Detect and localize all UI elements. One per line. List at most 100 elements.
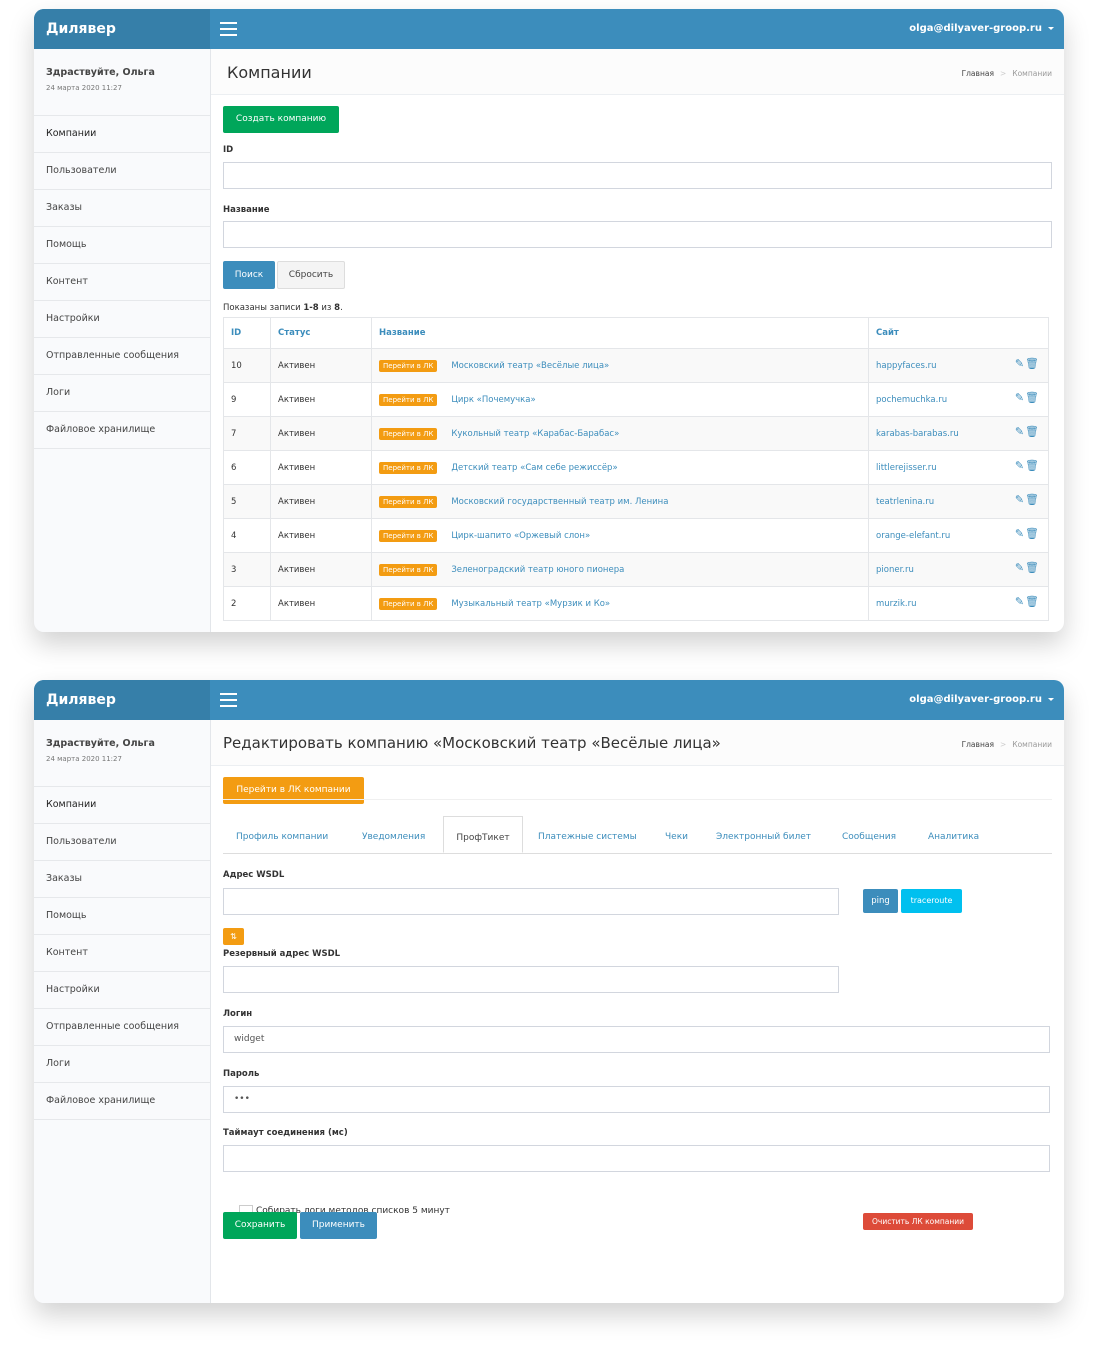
delete-trash-icon[interactable]: 🗑 <box>1025 527 1040 540</box>
menu-toggle-icon[interactable] <box>220 693 237 707</box>
save-button[interactable]: Сохранить <box>223 1212 297 1239</box>
company-name-link[interactable]: Детский театр «Сам себе режиссёр» <box>451 463 617 473</box>
edit-pencil-icon[interactable]: ✎ <box>1015 459 1025 472</box>
sidebar-item-help[interactable]: Помощь <box>34 898 210 935</box>
column-header-name[interactable]: Название <box>371 317 869 349</box>
login-input[interactable]: widget <box>223 1026 1050 1053</box>
tab-payment-systems[interactable]: Платежные системы <box>538 816 637 853</box>
edit-pencil-icon[interactable]: ✎ <box>1015 493 1025 506</box>
row-id[interactable]: 6 <box>223 450 271 485</box>
site-link[interactable]: orange-elefant.ru <box>876 531 950 541</box>
filter-id-input[interactable] <box>223 162 1052 189</box>
row-id[interactable]: 5 <box>223 484 271 519</box>
site-link[interactable]: murzik.ru <box>876 599 917 609</box>
site-link[interactable]: happyfaces.ru <box>876 361 937 371</box>
row-id[interactable]: 10 <box>223 348 271 383</box>
company-name-link[interactable]: Кукольный театр «Карабас-Барабас» <box>451 429 619 439</box>
delete-trash-icon[interactable]: 🗑 <box>1025 459 1040 472</box>
sidebar-item-orders[interactable]: Заказы <box>34 861 210 898</box>
delete-trash-icon[interactable]: 🗑 <box>1025 425 1040 438</box>
breadcrumb-home[interactable]: Главная <box>962 740 994 749</box>
column-header-id[interactable]: ID <box>223 317 271 349</box>
edit-pencil-icon[interactable]: ✎ <box>1015 595 1025 608</box>
sidebar-item-orders[interactable]: Заказы <box>34 190 210 227</box>
edit-pencil-icon[interactable]: ✎ <box>1015 357 1025 370</box>
row-id[interactable]: 7 <box>223 416 271 451</box>
edit-pencil-icon[interactable]: ✎ <box>1015 391 1025 404</box>
column-header-site[interactable]: Сайт <box>868 317 1049 349</box>
delete-trash-icon[interactable]: 🗑 <box>1025 595 1040 608</box>
delete-trash-icon[interactable]: 🗑 <box>1025 561 1040 574</box>
traceroute-button[interactable]: traceroute <box>901 889 962 913</box>
row-id[interactable]: 4 <box>223 518 271 553</box>
tab-notifications[interactable]: Уведомления <box>362 816 425 853</box>
edit-pencil-icon[interactable]: ✎ <box>1015 527 1025 540</box>
row-id[interactable]: 9 <box>223 382 271 417</box>
column-header-status[interactable]: Статус <box>270 317 372 349</box>
sidebar-item-users[interactable]: Пользователи <box>34 153 210 190</box>
edit-pencil-icon[interactable]: ✎ <box>1015 425 1025 438</box>
sidebar-item-settings[interactable]: Настройки <box>34 301 210 338</box>
wsdl-input[interactable] <box>223 888 839 915</box>
sidebar-item-companies[interactable]: Компании <box>34 787 210 824</box>
tab-e-ticket[interactable]: Электронный билет <box>716 816 811 853</box>
create-company-button[interactable]: Создать компанию <box>223 106 339 133</box>
delete-trash-icon[interactable]: 🗑 <box>1025 391 1040 404</box>
delete-trash-icon[interactable]: 🗑 <box>1025 493 1040 506</box>
password-input[interactable]: ••• <box>223 1086 1050 1113</box>
filter-name-input[interactable] <box>223 221 1052 248</box>
row-id[interactable]: 2 <box>223 586 271 621</box>
sidebar-item-settings[interactable]: Настройки <box>34 972 210 1009</box>
apply-button[interactable]: Применить <box>300 1212 377 1239</box>
menu-toggle-icon[interactable] <box>220 22 237 36</box>
company-name-link[interactable]: Московский государственный театр им. Лен… <box>451 497 668 507</box>
tab-receipts[interactable]: Чеки <box>665 816 688 853</box>
tab-analytics[interactable]: Аналитика <box>928 816 979 853</box>
brand-logo[interactable]: Дилявер <box>34 680 210 720</box>
company-name-link[interactable]: Музыкальный театр «Мурзик и Ко» <box>451 599 610 609</box>
tab-messages[interactable]: Сообщения <box>842 816 896 853</box>
sidebar-item-content[interactable]: Контент <box>34 264 210 301</box>
tab-profticket[interactable]: ПрофТикет <box>443 816 523 853</box>
goto-lk-button[interactable]: Перейти в ЛК <box>379 461 438 474</box>
swap-wsdl-button[interactable]: ⇅ <box>223 928 244 945</box>
delete-trash-icon[interactable]: 🗑 <box>1025 357 1040 370</box>
sidebar-item-sent-messages[interactable]: Отправленные сообщения <box>34 1009 210 1046</box>
goto-lk-button[interactable]: Перейти в ЛК <box>379 563 438 576</box>
row-id[interactable]: 3 <box>223 552 271 587</box>
goto-lk-button[interactable]: Перейти в ЛК <box>379 359 438 372</box>
site-link[interactable]: karabas-barabas.ru <box>876 429 959 439</box>
edit-pencil-icon[interactable]: ✎ <box>1015 561 1025 574</box>
reset-button[interactable]: Сбросить <box>277 261 345 289</box>
sidebar-item-help[interactable]: Помощь <box>34 227 210 264</box>
company-name-link[interactable]: Цирк-шапито «Оржевый слон» <box>451 531 590 541</box>
reserve-wsdl-input[interactable] <box>223 966 839 993</box>
breadcrumb-home[interactable]: Главная <box>962 69 994 78</box>
company-name-link[interactable]: Цирк «Почемучка» <box>451 395 535 405</box>
sidebar-item-users[interactable]: Пользователи <box>34 824 210 861</box>
company-name-link[interactable]: Московский театр «Весёлые лица» <box>451 361 609 371</box>
goto-lk-button[interactable]: Перейти в ЛК <box>379 597 438 610</box>
timeout-input[interactable] <box>223 1145 1050 1172</box>
site-link[interactable]: pochemuchka.ru <box>876 395 947 405</box>
sidebar-item-companies[interactable]: Компании <box>34 116 210 153</box>
sidebar-item-content[interactable]: Контент <box>34 935 210 972</box>
sidebar-item-sent-messages[interactable]: Отправленные сообщения <box>34 338 210 375</box>
ping-button[interactable]: ping <box>863 889 898 913</box>
site-link[interactable]: pioner.ru <box>876 565 914 575</box>
company-name-link[interactable]: Зеленоградский театр юного пионера <box>451 565 624 575</box>
user-menu[interactable]: olga@dilyaver-groop.ru <box>909 680 1054 720</box>
sidebar-item-file-storage[interactable]: Файловое хранилище <box>34 412 210 449</box>
search-button[interactable]: Поиск <box>223 261 275 289</box>
clear-lk-button[interactable]: Очистить ЛК компании <box>863 1213 973 1230</box>
site-link[interactable]: littlerejisser.ru <box>876 463 937 473</box>
user-menu[interactable]: olga@dilyaver-groop.ru <box>909 9 1054 49</box>
goto-lk-button[interactable]: Перейти в ЛК <box>379 393 438 406</box>
sidebar-item-logs[interactable]: Логи <box>34 375 210 412</box>
goto-lk-button[interactable]: Перейти в ЛК <box>379 427 438 440</box>
sidebar-item-file-storage[interactable]: Файловое хранилище <box>34 1083 210 1120</box>
site-link[interactable]: teatrlenina.ru <box>876 497 934 507</box>
tab-company-profile[interactable]: Профиль компании <box>236 816 328 853</box>
sidebar-item-logs[interactable]: Логи <box>34 1046 210 1083</box>
goto-lk-button[interactable]: Перейти в ЛК <box>379 495 438 508</box>
